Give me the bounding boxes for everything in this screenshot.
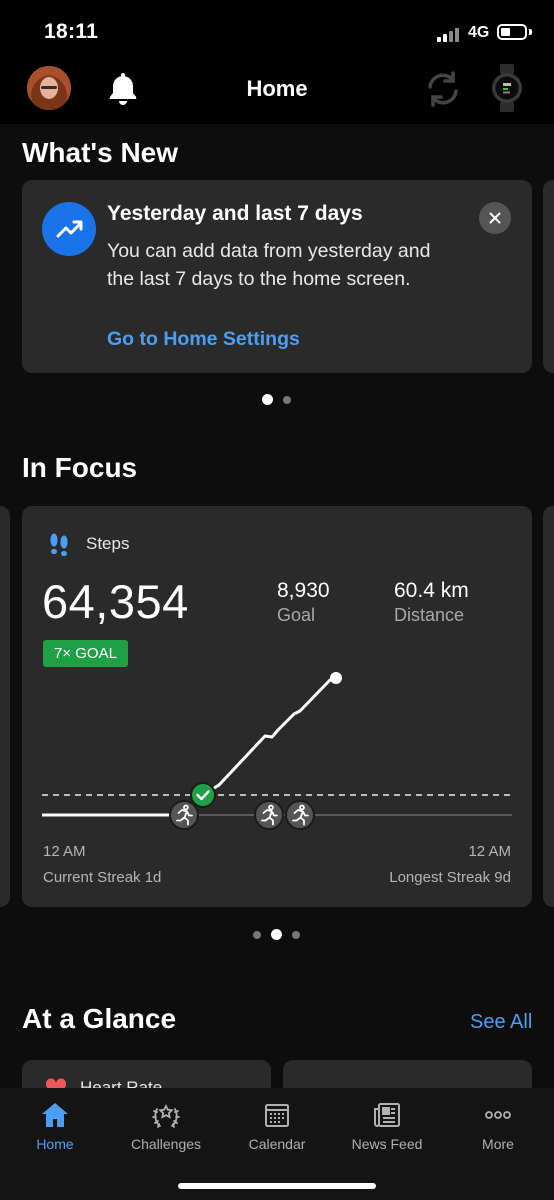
pager-dot[interactable] <box>292 930 300 939</box>
watch-device-icon[interactable] <box>491 64 523 112</box>
laurel-icon <box>151 1100 181 1130</box>
close-icon[interactable] <box>479 202 511 234</box>
heart-rate-label: Heart Rate <box>80 1078 163 1088</box>
more-icon <box>483 1100 513 1130</box>
tab-news-feed[interactable]: News Feed <box>332 1088 442 1158</box>
x-axis-end-label: 12 AM <box>468 843 511 860</box>
activity-run-icon <box>169 800 199 830</box>
heart-icon <box>45 1078 67 1088</box>
tab-challenges[interactable]: Challenges <box>111 1088 221 1158</box>
next-focus-card-peek[interactable] <box>543 506 554 907</box>
next-news-card-peek[interactable] <box>543 180 554 373</box>
goal-label: Goal <box>277 605 316 625</box>
pager-dot[interactable] <box>271 929 282 940</box>
pager-dot[interactable] <box>253 930 261 939</box>
tab-label: Home <box>36 1136 74 1152</box>
tab-label: Challenges <box>130 1136 202 1152</box>
line-end-point <box>330 672 342 684</box>
heart-rate-card[interactable]: Heart Rate <box>22 1060 271 1088</box>
distance-value: 60.4 km <box>394 579 469 602</box>
whats-new-pager[interactable] <box>262 394 291 405</box>
glance-card[interactable] <box>283 1060 532 1088</box>
whats-new-card[interactable]: Yesterday and last 7 days You can add da… <box>22 180 532 373</box>
steps-chart <box>42 672 512 830</box>
tab-home[interactable]: Home <box>0 1088 110 1158</box>
activity-run-icon <box>285 800 315 830</box>
signal-icon <box>437 26 461 42</box>
home-settings-link[interactable]: Go to Home Settings <box>107 328 300 351</box>
goal-value: 8,930 <box>277 579 330 602</box>
in-focus-title: In Focus <box>22 452 138 483</box>
news-card-body: You can add data from yesterday and the … <box>107 240 431 290</box>
whats-new-title: What's New <box>22 137 179 168</box>
goal-reached-check-icon <box>190 782 216 808</box>
newsfeed-icon <box>372 1100 402 1130</box>
activity-run-icon <box>254 800 284 830</box>
pager-dot[interactable] <box>283 395 291 404</box>
tab-calendar[interactable]: Calendar <box>222 1088 332 1158</box>
home-icon <box>40 1100 70 1130</box>
news-card-heading: Yesterday and last 7 days <box>107 202 363 225</box>
steps-label: Steps <box>86 534 130 553</box>
page-title: Home <box>246 76 308 101</box>
tab-label: Calendar <box>248 1136 306 1152</box>
home-feed[interactable]: What's New Yesterday and last 7 days You… <box>0 124 554 1088</box>
footprints-icon <box>46 532 72 558</box>
home-indicator[interactable] <box>178 1183 376 1189</box>
tab-more[interactable]: More <box>443 1088 553 1158</box>
distance-label: Distance <box>394 605 465 625</box>
pager-dot[interactable] <box>262 394 273 405</box>
longest-streak: Longest Streak 9d <box>389 869 511 886</box>
battery-tip <box>529 29 532 35</box>
calendar-icon <box>262 1100 292 1130</box>
x-axis-start-label: 12 AM <box>43 843 86 860</box>
at-a-glance-title: At a Glance <box>22 1003 177 1034</box>
tab-label: More <box>482 1136 514 1152</box>
see-all-link[interactable]: See All <box>470 1011 532 1034</box>
sync-icon[interactable] <box>424 70 462 108</box>
steps-value: 64,354 <box>42 575 189 628</box>
in-focus-pager[interactable] <box>253 929 300 940</box>
network-type: 4G <box>468 24 490 41</box>
current-streak: Current Streak 1d <box>43 869 162 886</box>
steps-card[interactable]: Steps 64,354 8,930 Goal 60.4 km Distance… <box>22 506 532 907</box>
tab-label: News Feed <box>351 1136 423 1152</box>
status-time: 18:11 <box>44 20 99 43</box>
trend-icon <box>42 202 96 256</box>
prev-focus-card-peek[interactable] <box>0 506 10 907</box>
battery-icon <box>497 24 527 40</box>
